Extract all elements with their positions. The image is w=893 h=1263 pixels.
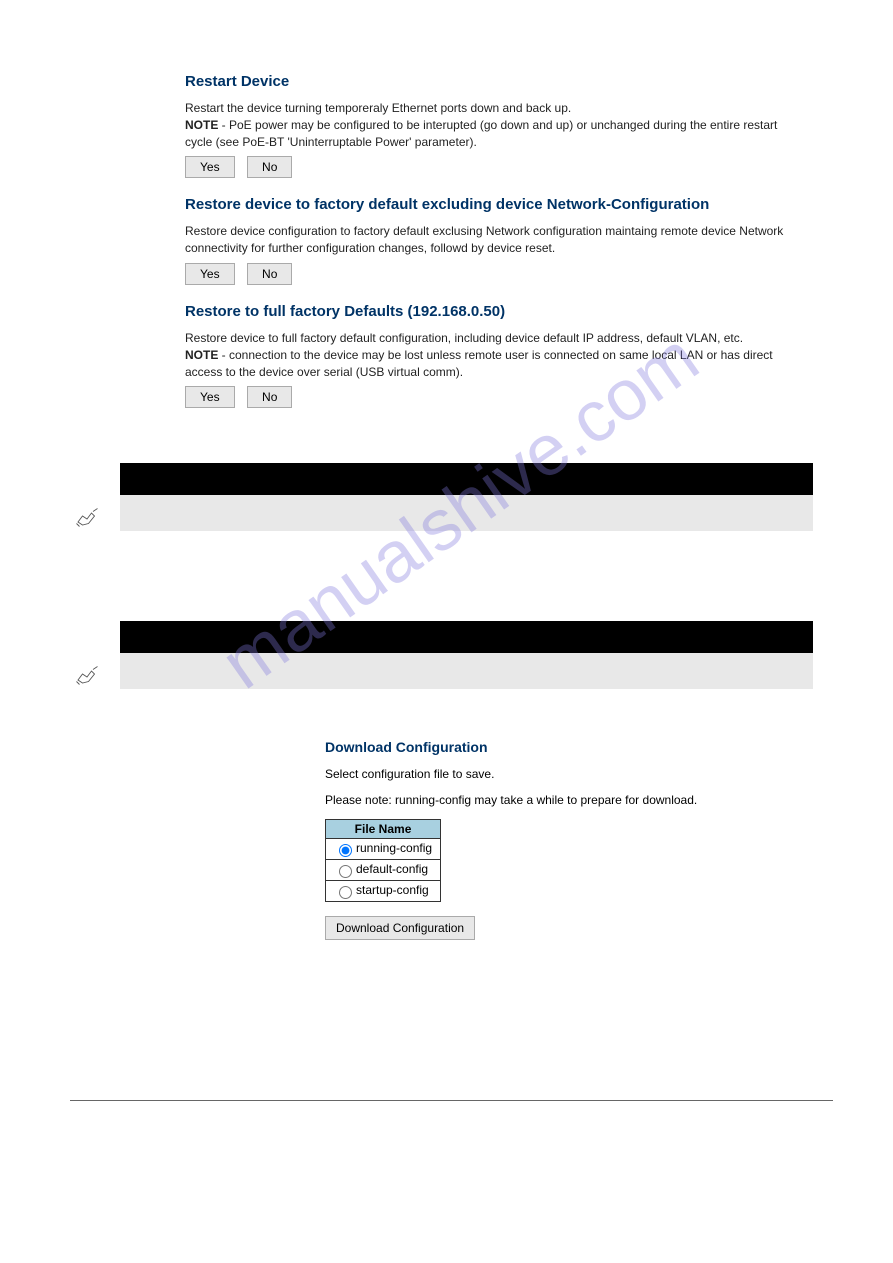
restore-partial-no-button[interactable]: No <box>247 263 292 285</box>
footer-divider <box>70 1100 833 1101</box>
restore-full-line1: Restore device to full factory default c… <box>185 331 743 345</box>
restore-full-note-label: NOTE <box>185 348 218 362</box>
radio-running-config[interactable] <box>339 844 352 857</box>
restart-body: Restart the device turning temporeraly E… <box>185 100 803 150</box>
restore-partial-buttons: Yes No <box>185 263 803 285</box>
restart-restore-screenshot: Restart Device Restart the device turnin… <box>185 40 803 433</box>
download-config-title: Download Configuration <box>325 739 833 755</box>
file-option-default[interactable]: default-config <box>326 860 441 881</box>
restart-no-button[interactable]: No <box>247 156 292 178</box>
restore-partial-yes-button[interactable]: Yes <box>185 263 235 285</box>
restart-yes-button[interactable]: Yes <box>185 156 235 178</box>
restart-title: Restart Device <box>185 73 803 90</box>
restore-full-no-button[interactable]: No <box>247 386 292 408</box>
file-option-startup[interactable]: startup-config <box>326 881 441 902</box>
download-note-text: Please note: running-config may take a w… <box>325 793 833 807</box>
file-table-header: File Name <box>326 820 441 839</box>
restart-note-label: NOTE <box>185 118 218 132</box>
label-running-config: running-config <box>356 842 432 856</box>
restart-note-text: - PoE power may be configured to be inte… <box>185 118 777 149</box>
label-startup-config: startup-config <box>356 884 429 898</box>
label-default-config: default-config <box>356 863 428 877</box>
restore-full-title: Restore to full factory Defaults (192.16… <box>185 303 803 320</box>
restore-full-buttons: Yes No <box>185 386 803 408</box>
note-bar-2 <box>120 653 813 689</box>
radio-default-config[interactable] <box>339 865 352 878</box>
file-option-running[interactable]: running-config <box>326 839 441 860</box>
restore-full-yes-button[interactable]: Yes <box>185 386 235 408</box>
note-bar-1 <box>120 495 813 531</box>
note-hand-icon <box>72 501 102 536</box>
download-config-screenshot: Download Configuration Select configurat… <box>325 739 833 940</box>
section-header-1 <box>120 463 813 495</box>
restore-full-note-text: - connection to the device may be lost u… <box>185 348 773 379</box>
file-name-table: File Name running-config default-config … <box>325 819 441 902</box>
restore-partial-body: Restore device configuration to factory … <box>185 223 803 257</box>
radio-startup-config[interactable] <box>339 886 352 899</box>
download-configuration-button[interactable]: Download Configuration <box>325 916 475 940</box>
restart-buttons: Yes No <box>185 156 803 178</box>
section-header-2 <box>120 621 813 653</box>
restore-partial-title: Restore device to factory default exclud… <box>185 196 803 213</box>
download-select-text: Select configuration file to save. <box>325 767 833 781</box>
restore-full-body: Restore device to full factory default c… <box>185 330 803 380</box>
note-hand-icon-2 <box>72 659 102 694</box>
restart-line1: Restart the device turning temporeraly E… <box>185 101 571 115</box>
